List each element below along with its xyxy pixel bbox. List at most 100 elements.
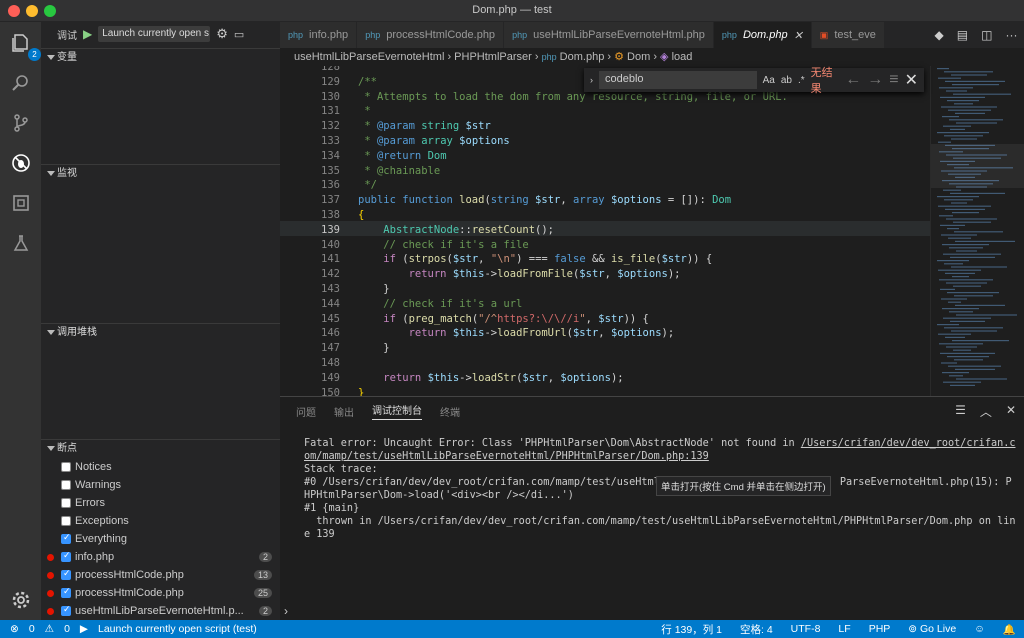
breakpoint-checkbox[interactable] [61,480,71,490]
code-line: * @param array $options [358,135,510,147]
line-number: 132 [321,120,340,133]
indentation[interactable]: 空格: 4 [740,622,773,637]
breakpoint-checkbox[interactable] [61,586,71,598]
line-number: 150 [321,386,340,396]
find-input[interactable]: codeblo [599,71,757,89]
editor-tab[interactable]: php Dom.php ✕ [713,22,812,48]
start-debug-play-icon[interactable]: ▶ [83,27,92,41]
tab-label: processHtmlCode.php [386,29,496,41]
breakpoint-item[interactable]: Exceptions [41,512,280,530]
more-actions-icon[interactable]: ··· [1005,28,1017,42]
code-line: } [358,283,390,295]
breakpoint-line-badge: 2 [258,606,272,616]
console-input-prompt[interactable]: › [284,604,288,618]
next-match-icon[interactable]: → [867,71,883,89]
line-number: 142 [321,268,340,281]
clear-console-icon[interactable]: ☰ [955,403,966,420]
breadcrumb-file[interactable]: Dom.php [560,51,605,63]
explorer-icon[interactable]: 2 [8,30,41,61]
panel-tab[interactable]: 输出 [334,404,354,419]
breadcrumb: useHtmlLibParseEvernoteHtml › PHPHtmlPar… [294,51,693,63]
encoding[interactable]: UTF-8 [791,623,821,635]
warnings-icon[interactable]: ⚠ [45,623,54,635]
breakpoints-section-header[interactable]: 断点 [41,439,280,457]
source-control-icon[interactable] [8,110,33,135]
close-panel-icon[interactable]: ✕ [1006,403,1016,420]
errors-icon[interactable]: ⊗ [10,623,19,635]
code-line: * [358,105,371,118]
debug-console-icon[interactable]: ▭ [234,28,244,41]
close-find-icon[interactable]: ✕ [905,70,918,90]
editor-tab[interactable]: php info.php [280,22,358,48]
editor-tab[interactable]: php useHtmlLibParseEvernoteHtml.php [504,22,714,48]
code-editor[interactable]: /** * Attempts to load the dom from any … [280,66,930,396]
maximize-panel-icon[interactable]: ︿ [980,403,992,420]
breakpoint-checkbox[interactable] [61,550,71,562]
breadcrumb-method[interactable]: load [672,51,693,63]
open-preview-icon[interactable]: ▤ [957,28,968,42]
call-stack-section-header[interactable]: 调用堆栈 [41,323,280,341]
extensions-icon[interactable] [8,190,33,215]
breakpoint-checkbox[interactable] [61,568,71,580]
debug-sidebar: 调试 ▶ Launch currently open s ⚙ ▭ 变量 监视 调… [41,22,280,620]
trace-line-1: #1 {main} [304,503,360,514]
breakpoint-checkbox[interactable] [61,516,71,526]
end-of-line[interactable]: LF [838,623,850,635]
breakpoint-label: Notices [75,461,112,473]
watch-section-header[interactable]: 监视 [41,164,280,182]
variables-section-header[interactable]: 变量 [41,48,280,66]
code-line: /** [358,75,377,88]
breadcrumb-class[interactable]: Dom [627,51,650,63]
breakpoint-item[interactable]: useHtmlLibParseEvernoteHtml.p... 2 [41,602,280,620]
previous-match-icon[interactable]: ← [845,71,861,89]
find-result-count: 无结果 [810,67,833,95]
split-editor-icon[interactable]: ◫ [981,28,992,42]
breakpoint-checkbox[interactable] [61,532,71,544]
breakpoint-item[interactable]: processHtmlCode.php 13 [41,566,280,584]
regex-icon[interactable]: .* [798,75,805,86]
match-case-icon[interactable]: Aa [763,75,775,86]
line-number: 134 [321,149,340,162]
breakpoint-checkbox[interactable] [61,498,71,508]
minimap-preview [931,68,1024,386]
breakpoint-item[interactable]: Warnings [41,476,280,494]
minimap[interactable] [930,66,1024,396]
breakpoint-item[interactable]: Everything [41,530,280,548]
toggle-replace-icon[interactable]: › [590,75,593,85]
breakpoint-line-badge: 25 [253,588,272,598]
panel-tab[interactable]: 问题 [296,404,316,419]
panel-tab[interactable]: 终端 [440,404,460,419]
breadcrumb-folder[interactable]: useHtmlLibParseEvernoteHtml [294,51,444,63]
whole-word-icon[interactable]: ab [781,75,792,86]
go-live-button[interactable]: ⊚ Go Live [908,623,956,635]
debug-launch-status[interactable]: Launch currently open script (test) [98,623,257,635]
close-tab-icon[interactable]: ✕ [794,29,803,42]
find-in-selection-icon[interactable]: ≡ [889,71,898,89]
debug-settings-gear-icon[interactable]: ⚙ [216,26,228,42]
feedback-smiley-icon[interactable]: ☺ [974,623,985,635]
settings-gear-icon[interactable] [8,587,33,612]
test-flask-icon[interactable] [8,230,33,255]
warning-count[interactable]: 0 [64,623,70,635]
breakpoint-item[interactable]: Errors [41,494,280,512]
breakpoint-label: Everything [75,533,127,545]
breakpoint-checkbox[interactable] [61,462,71,472]
breakpoint-item[interactable]: info.php 2 [41,548,280,566]
error-count[interactable]: 0 [29,623,35,635]
breakpoint-item[interactable]: Notices [41,458,280,476]
launch-config-select[interactable]: Launch currently open s [98,26,211,42]
breakpoint-checkbox[interactable] [61,604,71,616]
breakpoint-item[interactable]: processHtmlCode.php 25 [41,584,280,602]
source-diff-icon[interactable]: ◆ [935,28,944,42]
breadcrumb-subfolder[interactable]: PHPHtmlParser [454,51,532,63]
editor-tab[interactable]: php processHtmlCode.php [357,22,505,48]
line-number: 128 [321,66,340,73]
search-icon[interactable] [8,70,33,95]
cursor-position[interactable]: 行 139，列 1 [661,622,722,637]
notifications-bell-icon[interactable]: 🔔 [1003,623,1016,636]
code-line: * @param string $str [358,120,491,133]
language-mode[interactable]: PHP [869,623,891,635]
debug-icon[interactable] [8,150,33,175]
editor-tab[interactable]: ▣ test_eve [811,22,885,48]
panel-tab[interactable]: 调试控制台 [372,402,422,420]
